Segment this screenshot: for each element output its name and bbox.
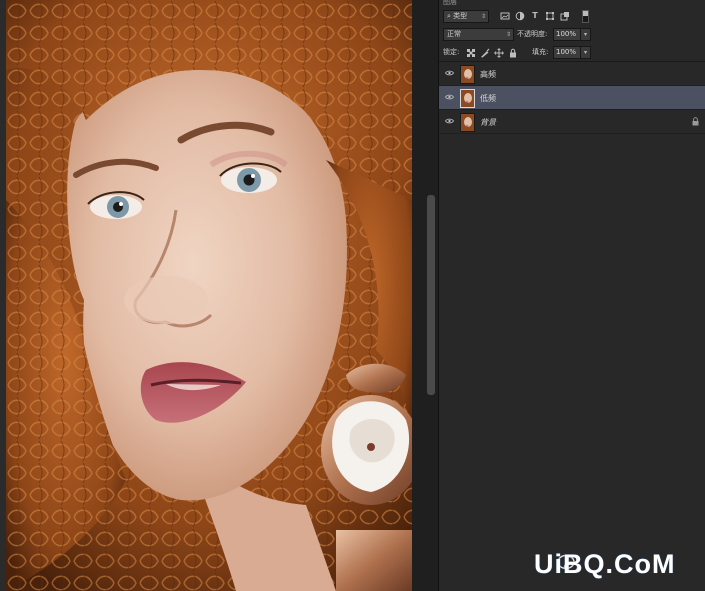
uibq-watermark-logo: UiBQ.CoM xyxy=(534,549,676,579)
chevron-updown-icon: ⇕ xyxy=(505,31,511,38)
filter-toggle-switch[interactable] xyxy=(582,10,589,23)
layer-name: 高频 xyxy=(480,70,496,79)
lock-position-icon[interactable] xyxy=(494,48,504,58)
layers-panel-tab[interactable]: 图层 xyxy=(443,0,457,7)
opacity-input[interactable]: 100% xyxy=(553,28,581,41)
layers-panel: 图层 ⌕ 类型 ⇕ T 正常 ⇕ 不透明度: 100% ▾ 锁定: 填充: 10… xyxy=(439,0,705,591)
fill-dropdown-button[interactable]: ▾ xyxy=(580,46,591,59)
lock-icon xyxy=(692,117,699,126)
eye-icon[interactable] xyxy=(445,94,454,100)
layer-row-low-frequency[interactable]: 低频 xyxy=(439,86,705,110)
lock-label: 锁定: xyxy=(443,48,460,56)
layer-thumbnail xyxy=(460,65,475,84)
shape-filter-icon[interactable] xyxy=(545,11,555,21)
lock-image-pixels-icon[interactable] xyxy=(480,48,490,58)
layer-thumbnail xyxy=(460,89,475,108)
adjustment-filter-icon[interactable] xyxy=(515,11,525,21)
document-canvas[interactable] xyxy=(0,0,412,591)
smart-object-filter-icon[interactable] xyxy=(560,11,570,21)
opacity-dropdown-button[interactable]: ▾ xyxy=(580,28,591,41)
lock-row: 锁定: 填充: 100% ▾ xyxy=(439,44,705,59)
layer-thumbnail xyxy=(460,113,475,132)
blend-row: 正常 ⇕ 不透明度: 100% ▾ xyxy=(439,26,705,41)
blend-mode-value: 正常 xyxy=(447,30,461,38)
portrait-photo xyxy=(6,0,412,591)
layer-filter-select[interactable]: ⌕ 类型 ⇕ xyxy=(443,10,489,23)
layer-filter-row: ⌕ 类型 ⇕ T xyxy=(439,8,705,23)
canvas-scrollbar-thumb[interactable] xyxy=(427,195,435,395)
layer-row-high-frequency[interactable]: 高频 xyxy=(439,62,705,86)
chevron-updown-icon: ⇕ xyxy=(480,13,486,20)
layer-name: 低频 xyxy=(480,94,496,103)
type-filter-icon[interactable]: T xyxy=(530,11,540,21)
eye-icon[interactable] xyxy=(445,70,454,76)
fill-label: 填充: xyxy=(532,48,549,56)
layer-name: 背景 xyxy=(480,118,496,127)
opacity-label: 不透明度: xyxy=(517,30,548,38)
search-icon: ⌕ xyxy=(447,12,451,20)
layer-row-background[interactable]: 背景 xyxy=(439,110,705,134)
lock-all-icon[interactable] xyxy=(508,48,518,58)
eye-icon[interactable] xyxy=(445,118,454,124)
blend-mode-select[interactable]: 正常 ⇕ xyxy=(443,28,514,41)
image-filter-icon[interactable] xyxy=(500,11,510,21)
fill-input[interactable]: 100% xyxy=(553,46,581,59)
lock-transparent-pixels-icon[interactable] xyxy=(466,48,476,58)
layer-filter-value: 类型 xyxy=(453,12,468,20)
